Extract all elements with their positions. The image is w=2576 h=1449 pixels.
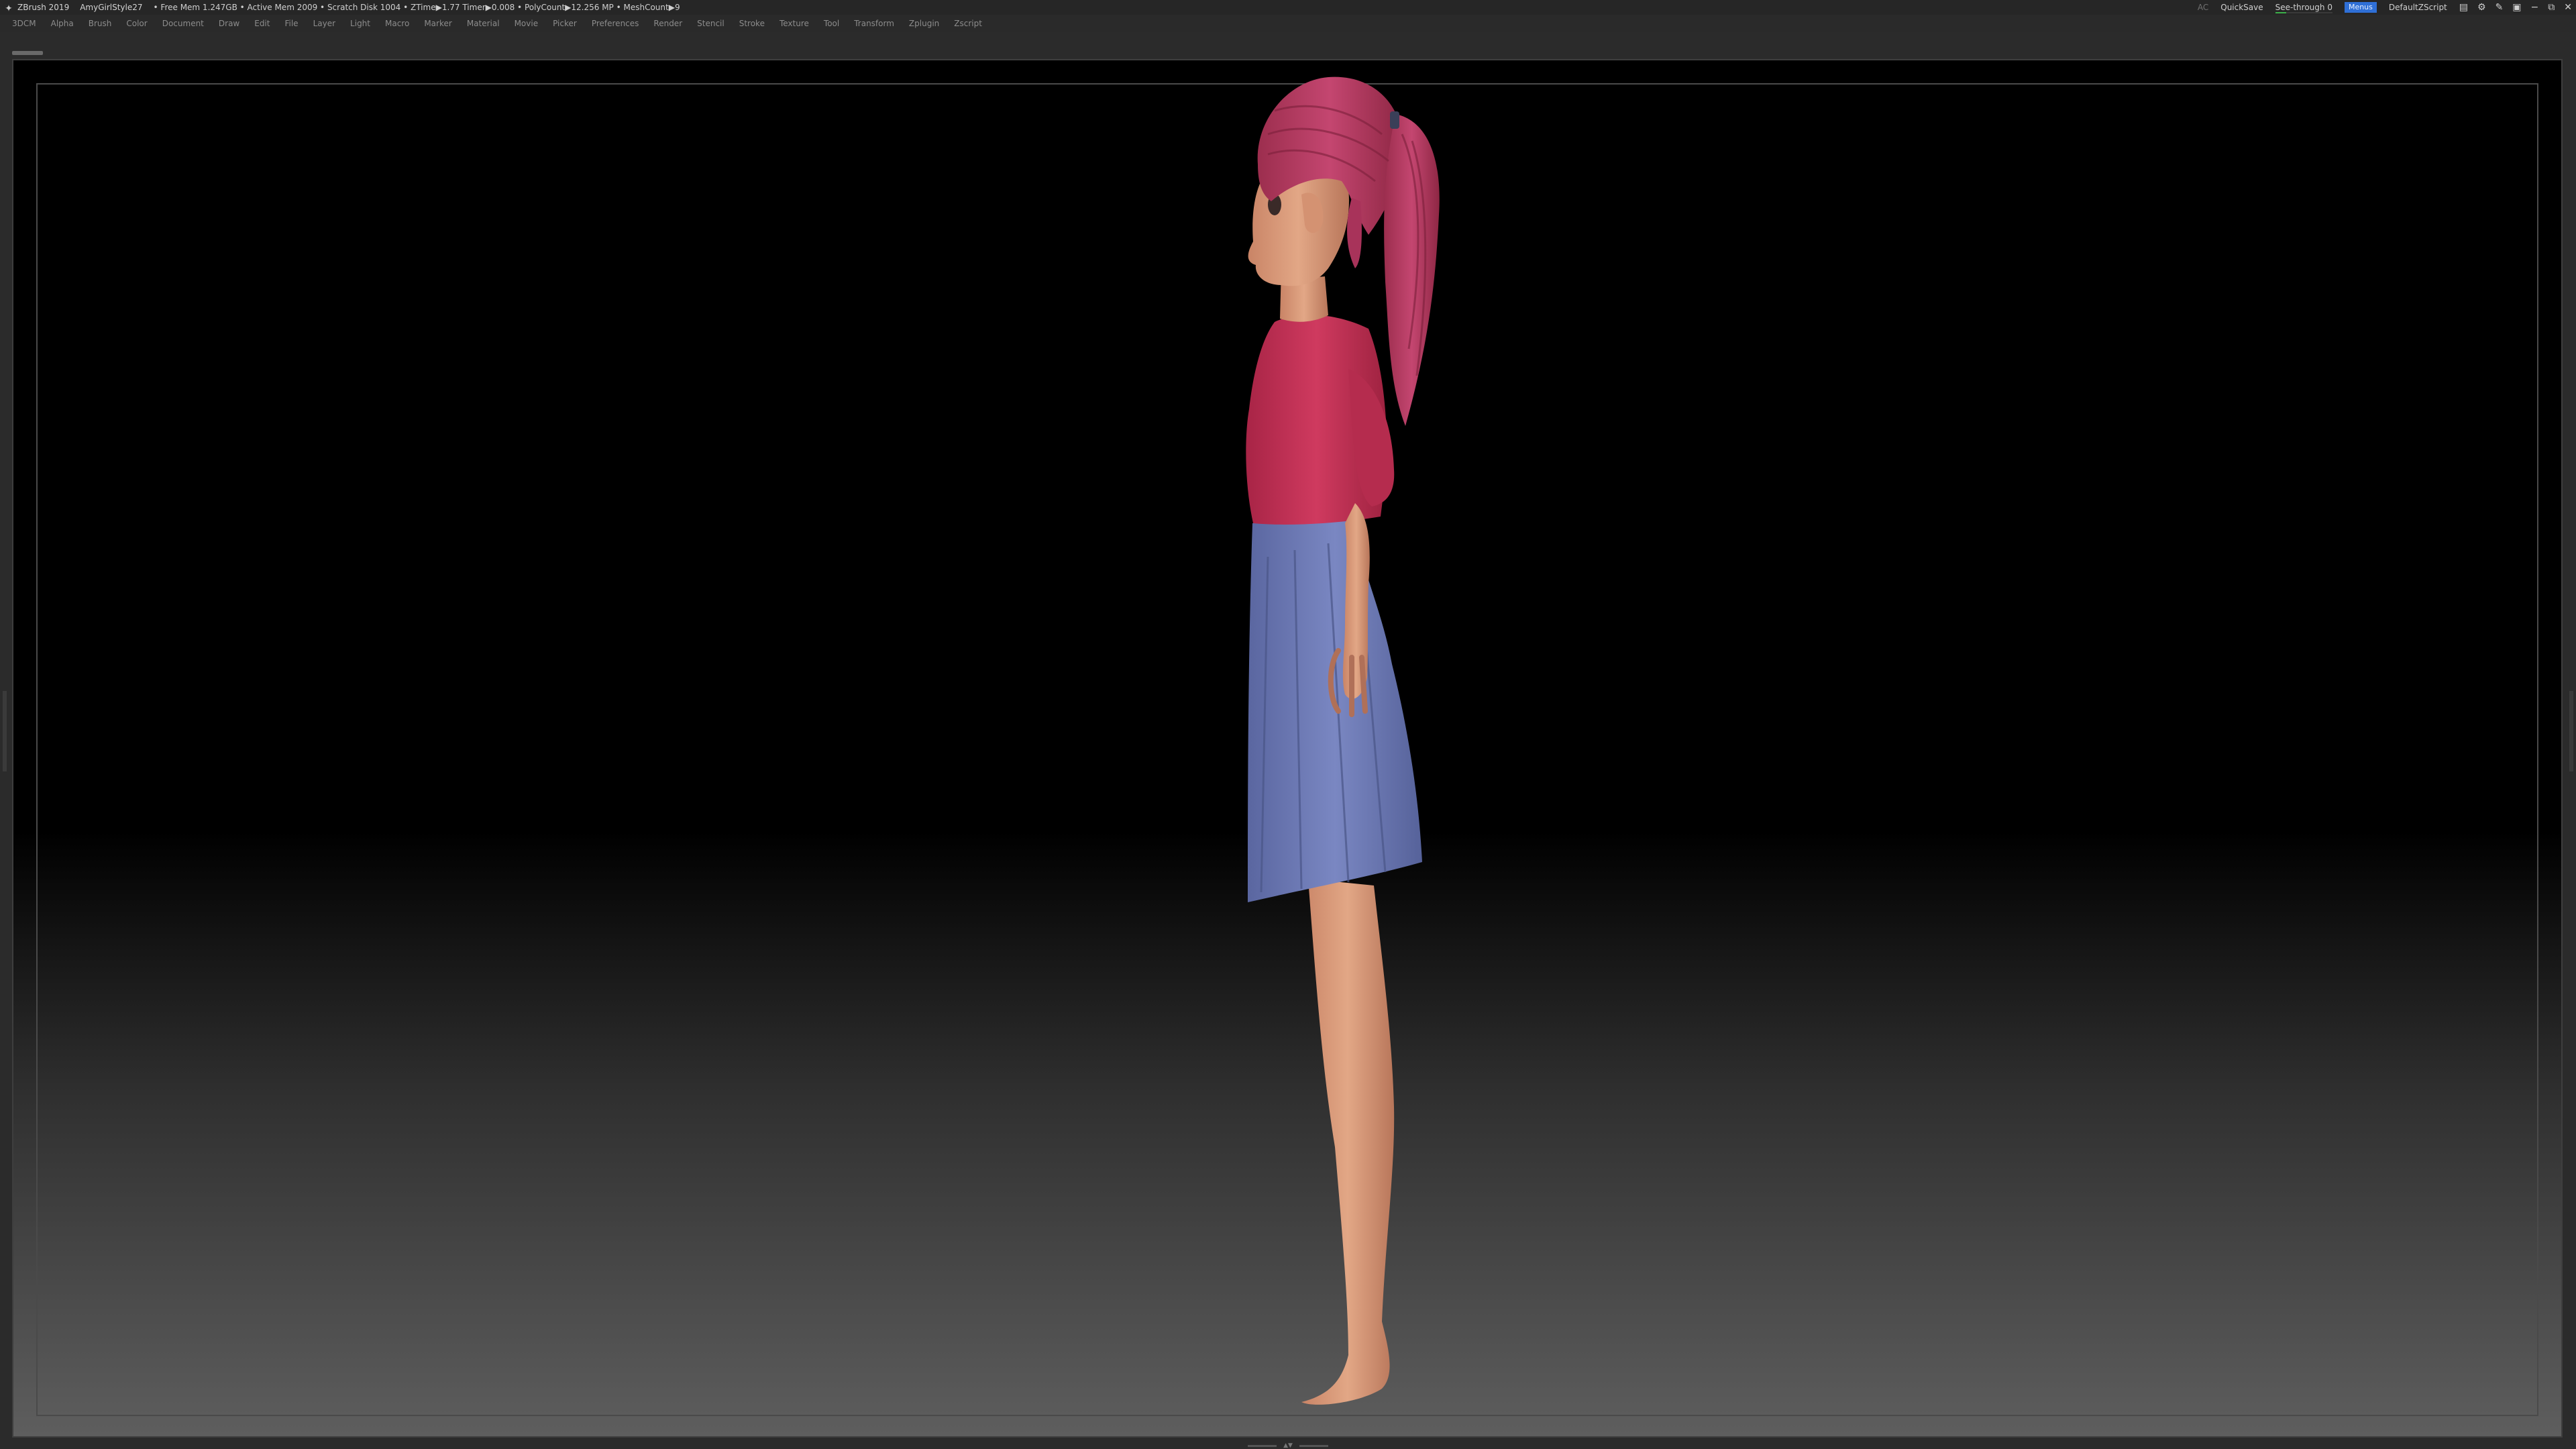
right-tray-handle[interactable]: [2569, 691, 2573, 771]
menus-toggle[interactable]: Menus: [2344, 2, 2377, 13]
document-name: AmyGirlStyle27: [80, 3, 143, 12]
memory-stats: • Free Mem 1.247GB • Active Mem 2009 • S…: [153, 3, 680, 12]
window-icons: ▤ ⚙ ✎ ▣ − ⧉ ✕: [2459, 0, 2572, 15]
quicksave-button[interactable]: QuickSave: [2220, 0, 2263, 15]
layout-icon[interactable]: ▤: [2459, 0, 2468, 15]
character-model[interactable]: [1208, 60, 1610, 1436]
close-icon[interactable]: ✕: [2564, 0, 2572, 15]
bottom-tray-grip-left: [1248, 1444, 1277, 1447]
character-shirt: [1246, 315, 1395, 525]
menu-brush[interactable]: Brush: [89, 15, 112, 32]
see-through-fill: [2275, 12, 2286, 13]
menu-color[interactable]: Color: [126, 15, 147, 32]
menu-marker[interactable]: Marker: [424, 15, 451, 32]
menu-transform[interactable]: Transform: [854, 15, 894, 32]
menu-light[interactable]: Light: [350, 15, 370, 32]
tray-arrows-icon: ▲▼: [1283, 1442, 1293, 1449]
main-menu-bar: 3DCM Alpha Brush Color Document Draw Edi…: [0, 15, 2576, 32]
menu-document[interactable]: Document: [162, 15, 204, 32]
see-through-slider[interactable]: See-through 0: [2275, 0, 2332, 15]
menu-material[interactable]: Material: [467, 15, 500, 32]
menu-texture[interactable]: Texture: [780, 15, 809, 32]
app-name: ZBrush 2019: [17, 3, 70, 12]
bottom-tray-grip-right: [1299, 1444, 1328, 1447]
menu-3dcm[interactable]: 3DCM: [12, 15, 36, 32]
menu-edit[interactable]: Edit: [254, 15, 270, 32]
menu-render[interactable]: Render: [653, 15, 682, 32]
menu-layer[interactable]: Layer: [313, 15, 335, 32]
brush-icon[interactable]: ✎: [2496, 0, 2504, 15]
menu-picker[interactable]: Picker: [553, 15, 577, 32]
see-through-label: See-through 0: [2275, 3, 2332, 12]
top-shelf: [0, 32, 2576, 59]
ac-button[interactable]: AC: [2198, 0, 2208, 15]
shelf-grip-handle[interactable]: [12, 51, 43, 55]
menu-draw[interactable]: Draw: [219, 15, 239, 32]
menu-preferences[interactable]: Preferences: [592, 15, 639, 32]
zbrush-logo-icon: ✦: [5, 3, 13, 14]
menu-movie[interactable]: Movie: [515, 15, 539, 32]
title-bar: ✦ ZBrush 2019 AmyGirlStyle27 • Free Mem …: [0, 0, 2576, 15]
hair-tie: [1390, 111, 1399, 129]
lock-icon[interactable]: ▣: [2512, 0, 2521, 15]
menu-tool[interactable]: Tool: [824, 15, 839, 32]
character-legs: [1301, 879, 1395, 1405]
default-zscript-button[interactable]: DefaultZScript: [2389, 0, 2447, 15]
titlebar-controls: AC QuickSave See-through 0 Menus Default…: [2198, 0, 2572, 15]
minimize-icon[interactable]: −: [2531, 0, 2539, 15]
bottom-tray-handle[interactable]: ▲▼: [1248, 1442, 1328, 1449]
menu-zscript[interactable]: Zscript: [954, 15, 982, 32]
menu-stencil[interactable]: Stencil: [697, 15, 724, 32]
menu-macro[interactable]: Macro: [385, 15, 409, 32]
gear-icon[interactable]: ⚙: [2477, 0, 2486, 15]
left-tray-handle[interactable]: [3, 691, 7, 771]
menu-zplugin[interactable]: Zplugin: [909, 15, 939, 32]
menu-stroke[interactable]: Stroke: [739, 15, 765, 32]
menu-alpha[interactable]: Alpha: [51, 15, 74, 32]
menu-file[interactable]: File: [284, 15, 298, 32]
restore-icon[interactable]: ⧉: [2548, 0, 2555, 15]
